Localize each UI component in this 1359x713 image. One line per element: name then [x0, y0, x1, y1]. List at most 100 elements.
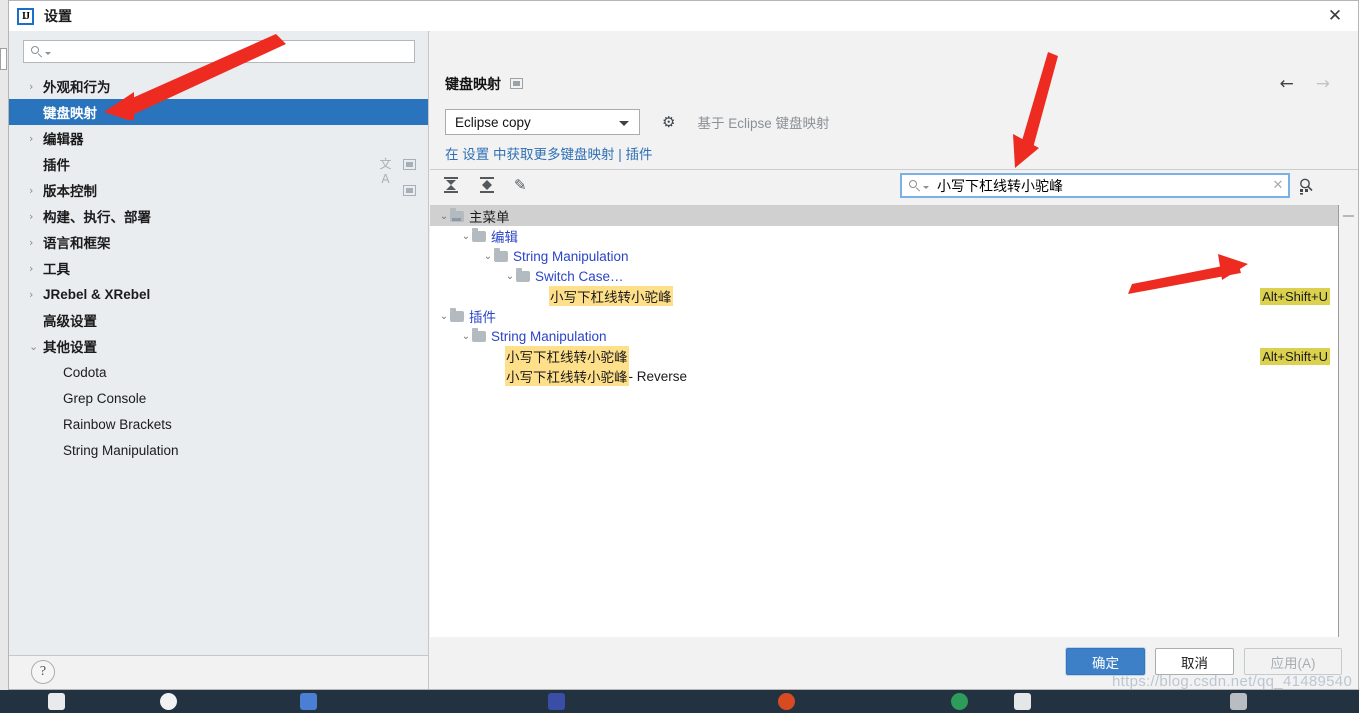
taskbar-icon-explorer[interactable] — [48, 693, 65, 710]
sidebar-item-3[interactable]: ›插件文A — [9, 151, 428, 186]
sidebar-item-12[interactable]: Grep Console — [9, 385, 428, 411]
sidebar-item-label: 语言和框架 — [43, 236, 111, 251]
tree-row[interactable]: ⌄ String Manipulation — [430, 246, 1338, 266]
chevron-right-icon[interactable]: › — [29, 185, 43, 196]
title-bar: IJ 设置 ✕ — [9, 1, 1358, 32]
tree-row-match-text: 小写下杠线转小驼峰 — [505, 346, 629, 366]
keymap-search-box[interactable]: ✕ — [900, 173, 1290, 198]
keymap-selector-row: Eclipse copy ⚙ 基于 Eclipse 键盘映射 — [445, 109, 829, 135]
folder-icon — [472, 227, 486, 242]
sidebar-search-box[interactable] — [23, 40, 415, 63]
tree-row-label: Switch Case… — [535, 268, 624, 284]
tree-row[interactable]: ⌄ String Manipulation — [430, 326, 1338, 346]
edit-pencil-icon[interactable]: ✎ — [514, 176, 532, 194]
toolbar-icon-group: ✎ — [442, 176, 532, 194]
sidebar-item-4[interactable]: › 版本控制 — [9, 177, 428, 203]
chevron-right-icon[interactable]: › — [29, 133, 43, 144]
sidebar-item-label: 键盘映射 — [43, 106, 97, 121]
chevron-right-icon[interactable]: › — [29, 263, 43, 274]
taskbar-icon-orange[interactable] — [778, 693, 795, 710]
tree-row[interactable]: 小写下杠线转小驼峰 Alt+Shift+U — [430, 346, 1338, 366]
sidebar-item-7[interactable]: › 工具 — [9, 255, 428, 281]
sidebar-item-10[interactable]: ⌄ 其他设置 — [9, 333, 428, 359]
taskbar-icon-blue[interactable] — [548, 693, 565, 710]
window-icon[interactable] — [403, 158, 416, 170]
chevron-down-icon[interactable]: ⌄ — [504, 271, 516, 282]
tree-row[interactable]: ⌄ 主菜单 — [430, 206, 1338, 226]
taskbar-icon-idea[interactable] — [1014, 693, 1031, 710]
sidebar-item-label: JRebel & XRebel — [43, 286, 151, 302]
dialog-button-bar: 确定 取消 应用(A) — [430, 637, 1358, 689]
sidebar-item-5[interactable]: › 构建、执行、部署 — [9, 203, 428, 229]
settings-sidebar: ›外观和行为›键盘映射›编辑器›插件文A›版本控制›构建、执行、部署›语言和框架… — [9, 31, 429, 689]
sidebar-row-icons — [403, 177, 416, 203]
folder-icon — [450, 207, 464, 222]
sidebar-item-0[interactable]: › 外观和行为 — [9, 73, 428, 99]
sidebar-search-input[interactable] — [56, 43, 414, 60]
tree-row[interactable]: ⌄ 编辑 — [430, 226, 1338, 246]
sidebar-item-8[interactable]: › JRebel & XRebel — [9, 281, 428, 307]
chevron-down-icon[interactable]: ⌄ — [438, 311, 450, 322]
help-button[interactable]: ? — [31, 660, 55, 684]
sidebar-item-label: 工具 — [43, 262, 70, 277]
window-icon[interactable] — [403, 184, 416, 196]
clear-search-icon[interactable]: ✕ — [1268, 178, 1288, 193]
sidebar-item-11[interactable]: Codota — [9, 359, 428, 385]
content-scrollbar[interactable] — [1338, 205, 1358, 637]
cancel-button[interactable]: 取消 — [1155, 648, 1234, 675]
expand-all-icon[interactable] — [442, 176, 460, 194]
tree-row[interactable]: ⌄ Switch Case… — [430, 266, 1338, 286]
sidebar-item-label: 其他设置 — [43, 340, 97, 355]
keymap-select-value: Eclipse copy — [455, 114, 531, 130]
collapse-all-icon[interactable] — [478, 176, 496, 194]
get-more-keymaps-link[interactable]: 在 设置 中获取更多键盘映射 | 插件 — [445, 143, 653, 163]
taskbar-icon-app[interactable] — [160, 693, 177, 710]
scrollbar-thumb[interactable] — [1343, 215, 1354, 217]
settings-dialog: IJ 设置 ✕ ›外观和行为›键盘映射›编辑器›插件文A›版本控制›构建、执行、… — [8, 0, 1359, 690]
taskbar-icon-editor[interactable] — [300, 693, 317, 710]
chevron-right-icon[interactable]: › — [29, 211, 43, 222]
chevron-down-icon[interactable]: ⌄ — [482, 251, 494, 262]
sidebar-item-6[interactable]: › 语言和框架 — [9, 229, 428, 255]
chevron-down-icon[interactable]: ⌄ — [29, 341, 43, 352]
keymap-select[interactable]: Eclipse copy — [445, 109, 640, 135]
translate-icon[interactable]: 文A — [378, 157, 393, 186]
tree-row[interactable]: 小写下杠线转小驼峰 Alt+Shift+U — [430, 286, 1338, 306]
chevron-right-icon[interactable]: › — [29, 81, 43, 92]
keymap-toolbar: ✎ ✕ — [430, 169, 1358, 206]
back-arrow-icon[interactable]: ← — [1280, 74, 1294, 94]
sidebar-item-14[interactable]: String Manipulation — [9, 437, 428, 463]
chevron-right-icon[interactable]: › — [29, 237, 43, 248]
sidebar-item-13[interactable]: Rainbow Brackets — [9, 411, 428, 437]
close-icon[interactable]: ✕ — [1312, 1, 1358, 31]
keymap-actions-tree[interactable]: ⌄ 主菜单 ⌄ 编辑 ⌄ String Manipulation ⌄ Switch Case…… — [430, 205, 1338, 637]
folder-icon — [494, 247, 508, 262]
keyboard-shortcut-badge[interactable]: Alt+Shift+U — [1260, 287, 1330, 305]
search-dropdown-caret-icon[interactable] — [45, 52, 51, 55]
taskbar-icon-last[interactable] — [1230, 693, 1247, 710]
sidebar-item-label: 插件 — [43, 158, 70, 173]
tree-row[interactable]: 小写下杠线转小驼峰 - Reverse — [430, 366, 1338, 386]
find-by-shortcut-icon[interactable] — [1298, 177, 1316, 195]
sidebar-body: ›外观和行为›键盘映射›编辑器›插件文A›版本控制›构建、执行、部署›语言和框架… — [9, 31, 428, 656]
tree-row[interactable]: ⌄ 插件 — [430, 306, 1338, 326]
chevron-down-icon[interactable]: ⌄ — [438, 211, 450, 222]
sidebar-item-2[interactable]: › 编辑器 — [9, 125, 428, 151]
sidebar-item-label: 高级设置 — [43, 314, 97, 329]
search-dropdown-caret-icon[interactable] — [923, 186, 929, 189]
apply-button: 应用(A) — [1244, 648, 1342, 675]
chevron-down-icon[interactable]: ⌄ — [460, 331, 472, 342]
keymap-search-input[interactable] — [935, 176, 1268, 195]
window-icon — [510, 78, 523, 89]
chevron-right-icon[interactable]: › — [29, 289, 43, 300]
keyboard-shortcut-badge[interactable]: Alt+Shift+U — [1260, 347, 1330, 365]
sidebar-item-9[interactable]: ›高级设置 — [9, 307, 428, 333]
folder-icon — [450, 307, 464, 322]
ok-button[interactable]: 确定 — [1066, 648, 1145, 675]
sidebar-item-1[interactable]: ›键盘映射 — [9, 99, 428, 125]
sidebar-footer: ? — [9, 656, 428, 689]
chevron-down-icon[interactable]: ⌄ — [460, 231, 472, 242]
taskbar-icon-green[interactable] — [951, 693, 968, 710]
gear-icon[interactable]: ⚙ — [662, 114, 675, 130]
search-icon — [908, 179, 922, 193]
